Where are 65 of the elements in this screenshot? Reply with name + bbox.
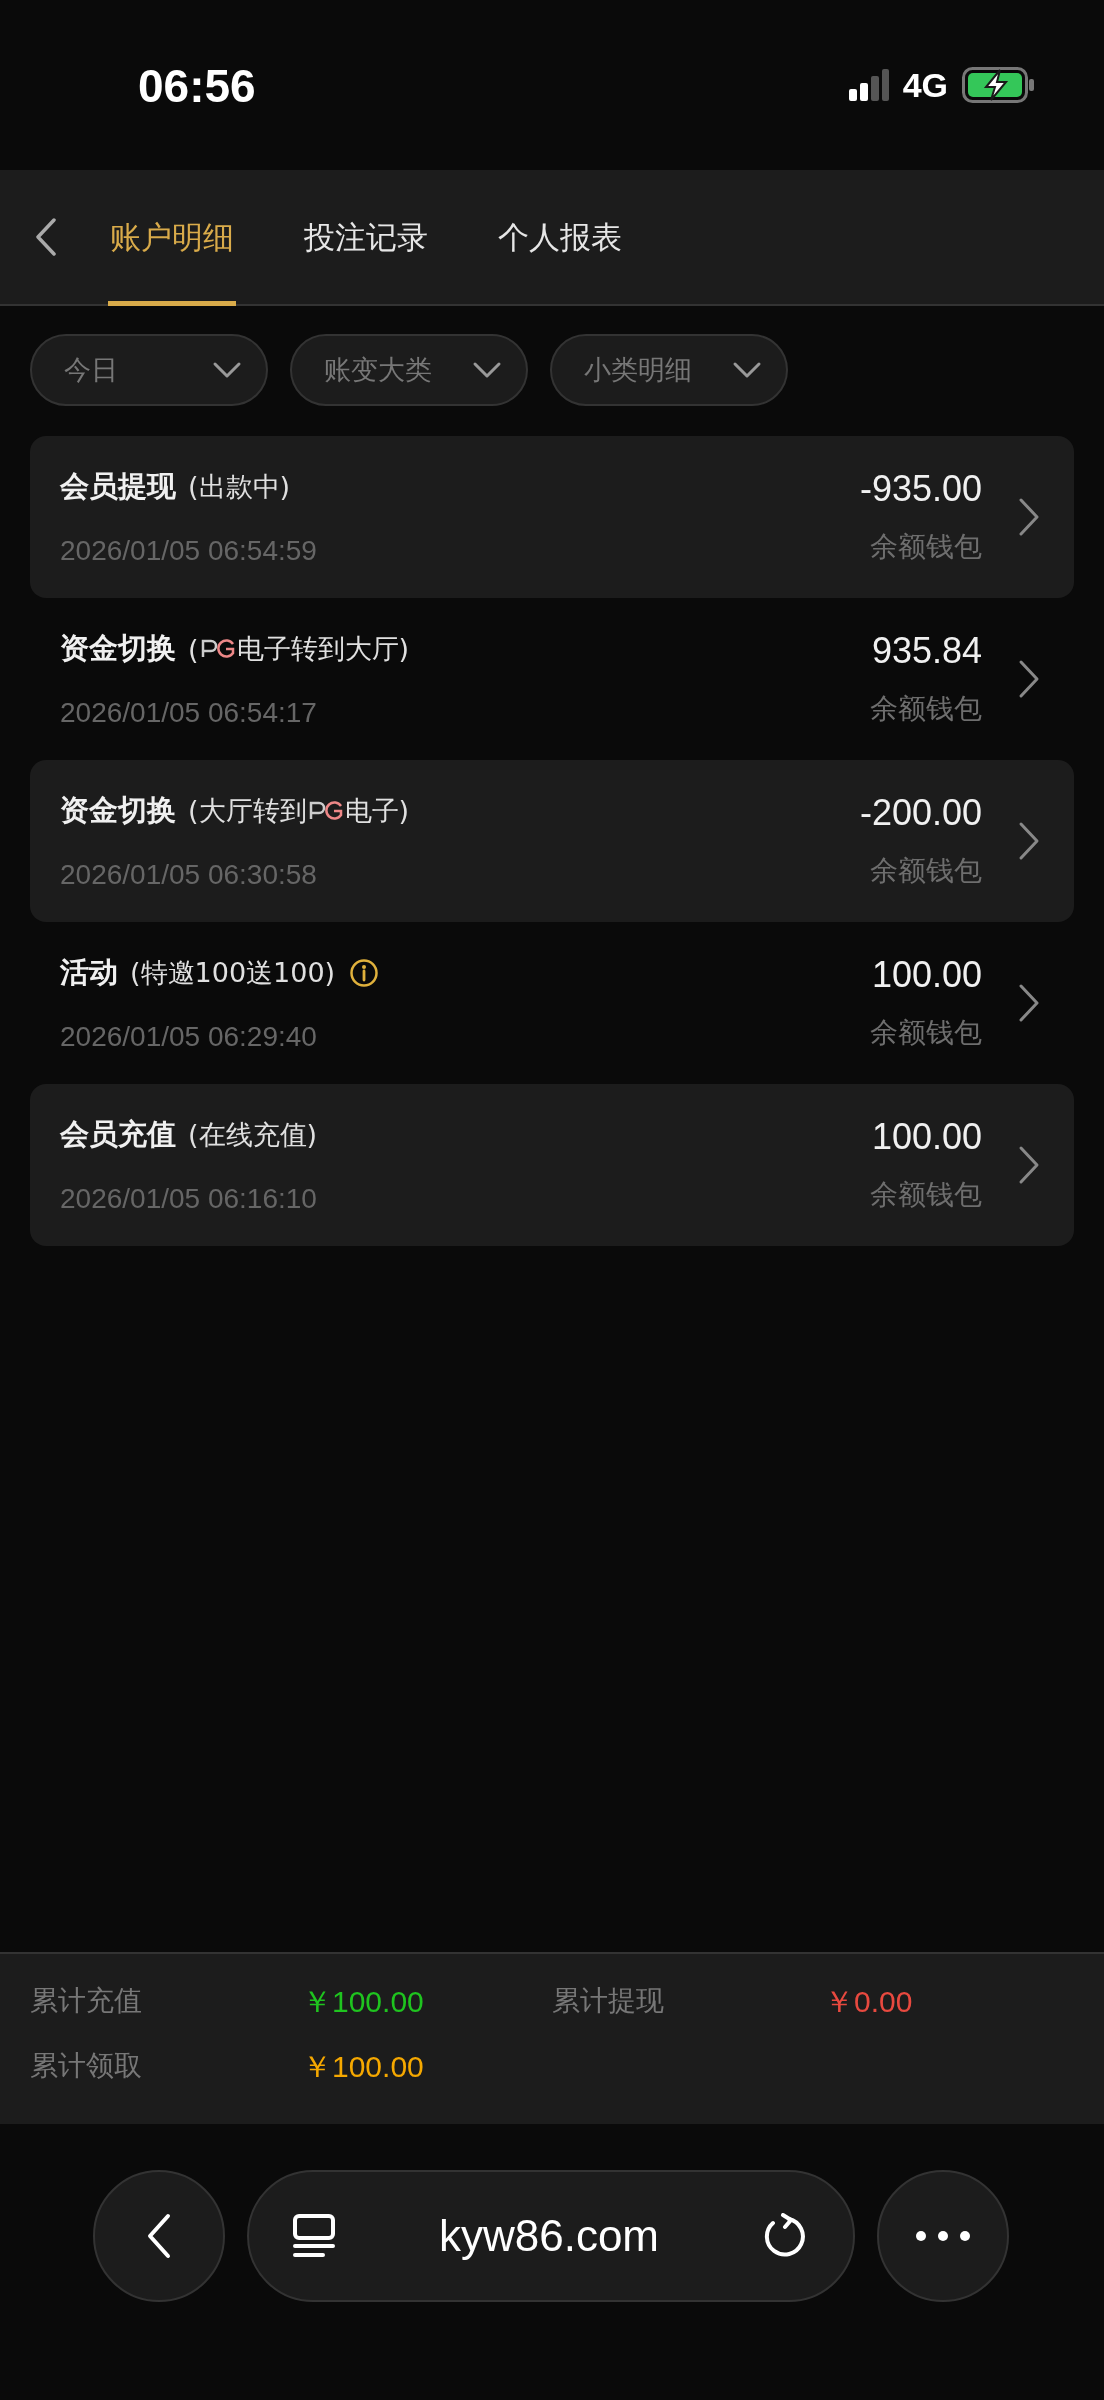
record-note: (大厅转到 (188, 794, 307, 828)
record-card[interactable]: 资金切换 (大厅转到 电子) 2026/01/05 06:30:58 -200.00 余额钱包 (30, 760, 1074, 922)
record-note: (在线充值) (188, 1118, 318, 1152)
tab[interactable]: 个人报表 (496, 170, 624, 306)
record-date: 2026/01/05 06:16:10 (60, 1183, 318, 1215)
filter-dropdown[interactable]: 小类明细 (550, 334, 788, 406)
summary-value: ￥100.00 (302, 1984, 424, 2020)
record-note: (出款中) (188, 470, 291, 504)
record-date: 2026/01/05 06:54:17 (60, 697, 318, 729)
record-row[interactable]: 资金切换 ( 电子转到大厅) 2026/01/05 06:54:17 935.84 余额钱包 (30, 598, 1074, 760)
back-icon[interactable] (146, 2213, 172, 2259)
network-label: 4G (902, 65, 948, 105)
summary-value: ￥0.00 (824, 1984, 913, 2020)
tab[interactable]: 投注记录 (302, 170, 430, 306)
address-bar[interactable]: kyw86.com (247, 2170, 855, 2302)
wallet-label: 余额钱包 (870, 1177, 982, 1213)
record-amount: 100.00 (871, 954, 982, 996)
caret-icon[interactable] (212, 361, 242, 379)
record-amount: 100.00 (871, 1116, 982, 1158)
chevron-right-icon (1018, 821, 1040, 861)
record-title: 活动 (60, 954, 118, 991)
chevron-right-icon (1018, 1145, 1040, 1185)
record-amount: -935.00 (859, 468, 982, 510)
tab-overview-icon[interactable] (291, 2213, 337, 2259)
info-icon[interactable] (349, 958, 380, 988)
summary-label: 累计领取 (30, 2048, 143, 2084)
wallet-label: 余额钱包 (870, 691, 982, 727)
tab[interactable]: 账户明细 (108, 170, 236, 306)
wallet-label: 余额钱包 (870, 853, 982, 889)
record-card[interactable]: 会员充值 (在线充值) 2026/01/05 06:16:10 100.00 余额钱包 (30, 1084, 1074, 1246)
record-date: 2026/01/05 06:54:59 (60, 535, 318, 567)
record-note: 电子转到大厅) (236, 632, 410, 666)
record-title: 资金切换 (60, 792, 176, 829)
pg-logo-icon (307, 800, 344, 822)
caret-icon[interactable] (732, 361, 762, 379)
record-date: 2026/01/05 06:30:58 (60, 859, 318, 891)
record-title: 资金切换 (60, 630, 176, 667)
chevron-right-icon (1018, 983, 1040, 1023)
record-title: 会员提现 (60, 468, 176, 505)
chevron-right-icon (1018, 659, 1040, 699)
wallet-label: 余额钱包 (870, 529, 982, 565)
record-row[interactable]: 活动 (特邀100送100) 2026/01/05 06:29:40 100.00 余额钱包 (30, 922, 1074, 1084)
pg-logo-icon (199, 638, 236, 660)
chevron-right-icon (1018, 497, 1040, 537)
url-text[interactable]: kyw86.com (438, 2211, 660, 2261)
record-note: 电子) (344, 794, 410, 828)
more-icon[interactable] (915, 2230, 971, 2242)
record-card[interactable]: 会员提现 (出款中) 2026/01/05 06:54:59 -935.00 余额钱包 (30, 436, 1074, 598)
filter-dropdown[interactable]: 今日 (30, 334, 268, 406)
record-date: 2026/01/05 06:29:40 (60, 1021, 318, 1053)
summary-label: 累计提现 (552, 1983, 665, 2019)
record-amount: 935.84 (871, 630, 982, 672)
record-note: ( (188, 633, 199, 665)
record-note: (特邀100送100) (130, 956, 336, 990)
battery-charging-icon (962, 67, 1034, 103)
record-title: 会员充值 (60, 1116, 176, 1153)
filter-dropdown[interactable]: 账变大类 (290, 334, 528, 406)
signal-icon (848, 69, 889, 101)
back-icon[interactable] (34, 217, 58, 257)
caret-icon[interactable] (472, 361, 502, 379)
summary-value: ￥100.00 (302, 2049, 424, 2085)
record-amount: -200.00 (859, 792, 982, 834)
summary-label: 累计充值 (30, 1983, 143, 2019)
wallet-label: 余额钱包 (870, 1015, 982, 1051)
status-time: 06:56 (138, 59, 256, 113)
